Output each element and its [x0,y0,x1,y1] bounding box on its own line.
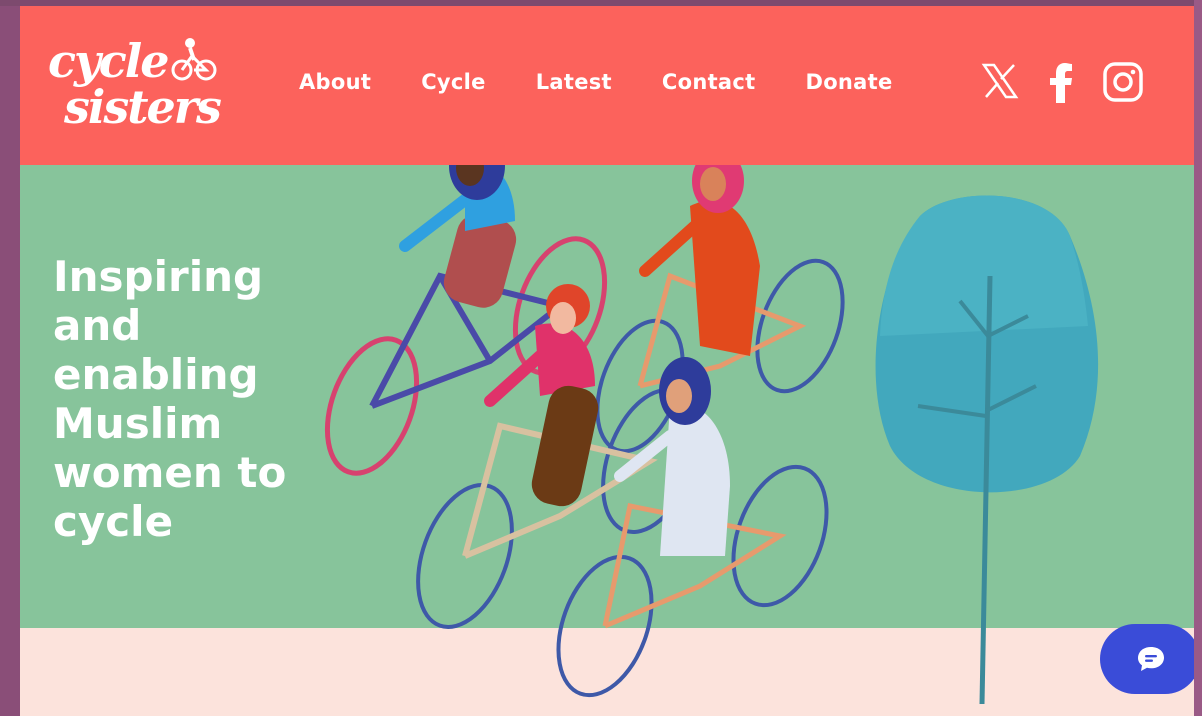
tree-illustration [875,195,1099,705]
instagram-icon[interactable] [1102,61,1144,103]
nav-contact[interactable]: Contact [662,66,756,98]
main-nav: About Cycle Latest Contact Donate [299,66,943,98]
hero-title: Inspiring and enabling Muslim women to c… [53,252,287,546]
nav-donate[interactable]: Donate [805,66,892,98]
nav-latest[interactable]: Latest [536,66,612,98]
nav-about[interactable]: About [299,66,371,98]
x-icon[interactable] [980,61,1020,101]
bicycle-icon [171,38,217,81]
cyclist-2 [595,149,845,454]
logo-line-1: cycle [48,34,169,88]
site-header: cycle sisters About Cycle Latest Contact… [20,6,1194,165]
chat-button[interactable] [1100,624,1194,694]
chat-bubble-icon [1138,647,1164,671]
cycle-sisters-logo[interactable]: cycle sisters [46,32,226,138]
logo-line-2: sisters [64,80,222,134]
nav-cycle[interactable]: Cycle [421,66,486,98]
page: cycle sisters About Cycle Latest Contact… [20,6,1194,716]
browser-right-edge [1194,0,1202,716]
facebook-icon[interactable] [1048,61,1074,103]
